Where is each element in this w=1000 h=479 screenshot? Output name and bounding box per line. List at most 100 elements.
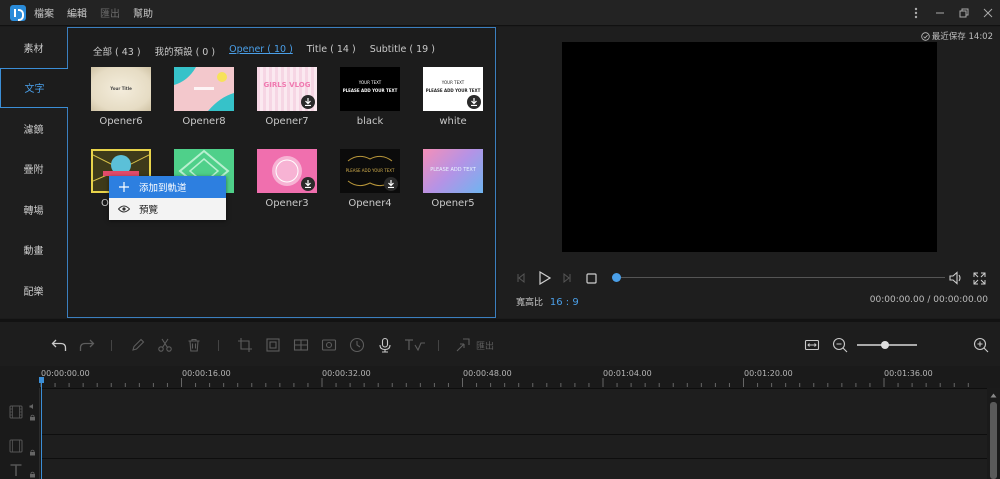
edit-pencil-icon[interactable] — [129, 336, 147, 354]
redo-icon[interactable] — [78, 336, 96, 354]
aspect-ratio: 寬高比 16 : 9 — [516, 295, 579, 308]
template-thumbnail[interactable]: YOUR TEXT PLEASE ADD YOUR TEXT — [340, 67, 400, 111]
template-label: Opener5 — [431, 198, 475, 209]
context-menu: 添加到軌道 預覽 — [109, 176, 226, 220]
timeline-scrollbar[interactable] — [987, 390, 1000, 479]
eye-icon — [109, 205, 139, 213]
save-status: 最近保存 14:02 — [921, 30, 993, 42]
tab-opener[interactable]: Opener ( 10 ) — [229, 44, 293, 58]
play-icon[interactable] — [537, 271, 551, 285]
tab-my-presets[interactable]: 我的預設 ( 0 ) — [155, 44, 216, 58]
pip-track[interactable] — [41, 434, 987, 458]
tab-all[interactable]: 全部 ( 43 ) — [93, 44, 141, 58]
ruler-tick-label: 00:00:48.00 — [463, 369, 512, 378]
template-thumbnail[interactable]: YOUR TEXT PLEASE ADD YOUR TEXT — [423, 67, 483, 111]
download-icon[interactable] — [301, 95, 315, 109]
download-icon[interactable] — [467, 95, 481, 109]
template-tile[interactable]: YOUR TEXT PLEASE ADD YOUR TEXT black — [340, 67, 400, 127]
preview-screen[interactable] — [562, 42, 937, 252]
download-icon[interactable] — [384, 177, 398, 191]
sidebar-item-overlays[interactable]: 疊附 — [0, 149, 67, 190]
playhead[interactable] — [41, 377, 42, 479]
preview-panel: 最近保存 14:02 寬高比 16 : 9 00:00:00.00 / 00:0… — [498, 27, 1000, 318]
tab-subtitle[interactable]: Subtitle ( 19 ) — [370, 44, 435, 58]
restore-icon[interactable] — [952, 0, 976, 26]
zoom-slider-handle[interactable] — [881, 341, 889, 349]
undo-icon[interactable] — [50, 336, 68, 354]
timeline-ruler[interactable]: 00:00:00.00 00:00:16.00 00:00:32.00 00:0… — [0, 366, 1000, 388]
template-thumbnail[interactable]: PLEASE ADD YOUR TEXT — [340, 149, 400, 193]
scissors-icon[interactable] — [156, 336, 174, 354]
text-track[interactable] — [41, 458, 987, 479]
context-preview[interactable]: 預覽 — [109, 198, 226, 220]
sidebar-item-animations[interactable]: 動畫 — [0, 230, 67, 271]
microphone-icon[interactable] — [376, 336, 394, 354]
context-add-to-track[interactable]: 添加到軌道 — [109, 176, 226, 198]
stop-icon[interactable] — [584, 271, 598, 285]
seek-handle[interactable] — [612, 273, 621, 282]
plus-icon — [109, 182, 139, 192]
sidebar-item-filters[interactable]: 濾鏡 — [0, 108, 67, 149]
volume-icon[interactable] — [949, 271, 963, 285]
context-item-label: 添加到軌道 — [139, 183, 187, 194]
edit-toolbar: 匯出 — [0, 322, 1000, 366]
close-icon[interactable] — [976, 0, 1000, 26]
template-tile[interactable]: PLEASE ADD YOUR TEXT Opener4 — [340, 149, 400, 209]
download-icon[interactable] — [301, 177, 315, 191]
pip-track-header — [0, 434, 40, 458]
template-tile[interactable]: Opener8 — [174, 67, 234, 127]
menu-edit[interactable]: 編輯 — [67, 5, 87, 20]
menu-export[interactable]: 匯出 — [100, 5, 120, 20]
template-label: Opener8 — [182, 116, 226, 127]
menu-file[interactable]: 檔案 — [34, 5, 54, 20]
zoom-out-icon[interactable] — [831, 336, 849, 354]
template-thumbnail[interactable]: Your Title — [91, 67, 151, 111]
track-lock-icon — [30, 471, 35, 478]
template-thumbnail[interactable]: PLEASE ADD TEXT — [423, 149, 483, 193]
pip-track-icon — [9, 439, 23, 453]
template-tile[interactable]: YOUR TEXT PLEASE ADD YOUR TEXT white — [423, 67, 483, 127]
freeze-frame-icon[interactable] — [320, 336, 338, 354]
fit-timeline-icon[interactable] — [803, 336, 821, 354]
video-track[interactable] — [41, 388, 987, 434]
sidebar-item-transitions[interactable]: 轉場 — [0, 189, 67, 230]
template-tile[interactable]: PLEASE ADD TEXT Opener5 — [423, 149, 483, 209]
template-thumbnail[interactable]: GIRLS VLOG — [257, 67, 317, 111]
check-circle-icon — [921, 31, 930, 41]
library-tabs: 全部 ( 43 ) 我的預設 ( 0 ) Opener ( 10 ) Title… — [93, 44, 449, 58]
minimize-icon[interactable] — [928, 0, 952, 26]
scrollbar-thumb[interactable] — [990, 402, 997, 479]
template-thumbnail[interactable] — [257, 149, 317, 193]
next-frame-icon[interactable] — [560, 271, 574, 285]
more-options-icon[interactable] — [904, 0, 928, 26]
mosaic-icon[interactable] — [264, 336, 282, 354]
export-button[interactable]: 匯出 — [476, 339, 494, 352]
crop-icon[interactable] — [236, 336, 254, 354]
text-to-speech-icon[interactable] — [404, 336, 426, 354]
split-screen-icon[interactable] — [292, 336, 310, 354]
template-thumbnail[interactable] — [174, 67, 234, 111]
template-tile[interactable]: Your Title Opener6 — [91, 67, 151, 127]
fullscreen-icon[interactable] — [972, 271, 986, 285]
aspect-ratio-selector[interactable]: 16 : 9 — [550, 297, 579, 308]
export-icon[interactable] — [454, 336, 472, 354]
menu-help[interactable]: 幫助 — [133, 5, 153, 20]
sidebar-item-text[interactable]: 文字 — [0, 67, 68, 108]
tab-title[interactable]: Title ( 14 ) — [307, 44, 356, 58]
sidebar-item-music[interactable]: 配樂 — [0, 270, 67, 311]
thumbnail-text: YOUR TEXT — [358, 80, 382, 85]
seek-bar[interactable] — [615, 277, 945, 278]
ruler-tick-label: 00:00:16.00 — [182, 369, 231, 378]
template-tile[interactable]: Opener3 — [257, 149, 317, 209]
track-audio-icon — [29, 404, 33, 409]
sidebar-item-media[interactable]: 素材 — [0, 27, 67, 68]
template-label: Opener6 — [99, 116, 143, 127]
template-label: Opener7 — [265, 116, 309, 127]
template-tile[interactable]: GIRLS VLOG Opener7 — [257, 67, 317, 127]
save-status-text: 最近保存 14:02 — [931, 32, 993, 42]
prev-frame-icon[interactable] — [514, 271, 528, 285]
duration-clock-icon[interactable] — [348, 336, 366, 354]
track-lock-icon — [30, 414, 35, 421]
zoom-in-icon[interactable] — [972, 336, 990, 354]
trash-icon[interactable] — [185, 336, 203, 354]
